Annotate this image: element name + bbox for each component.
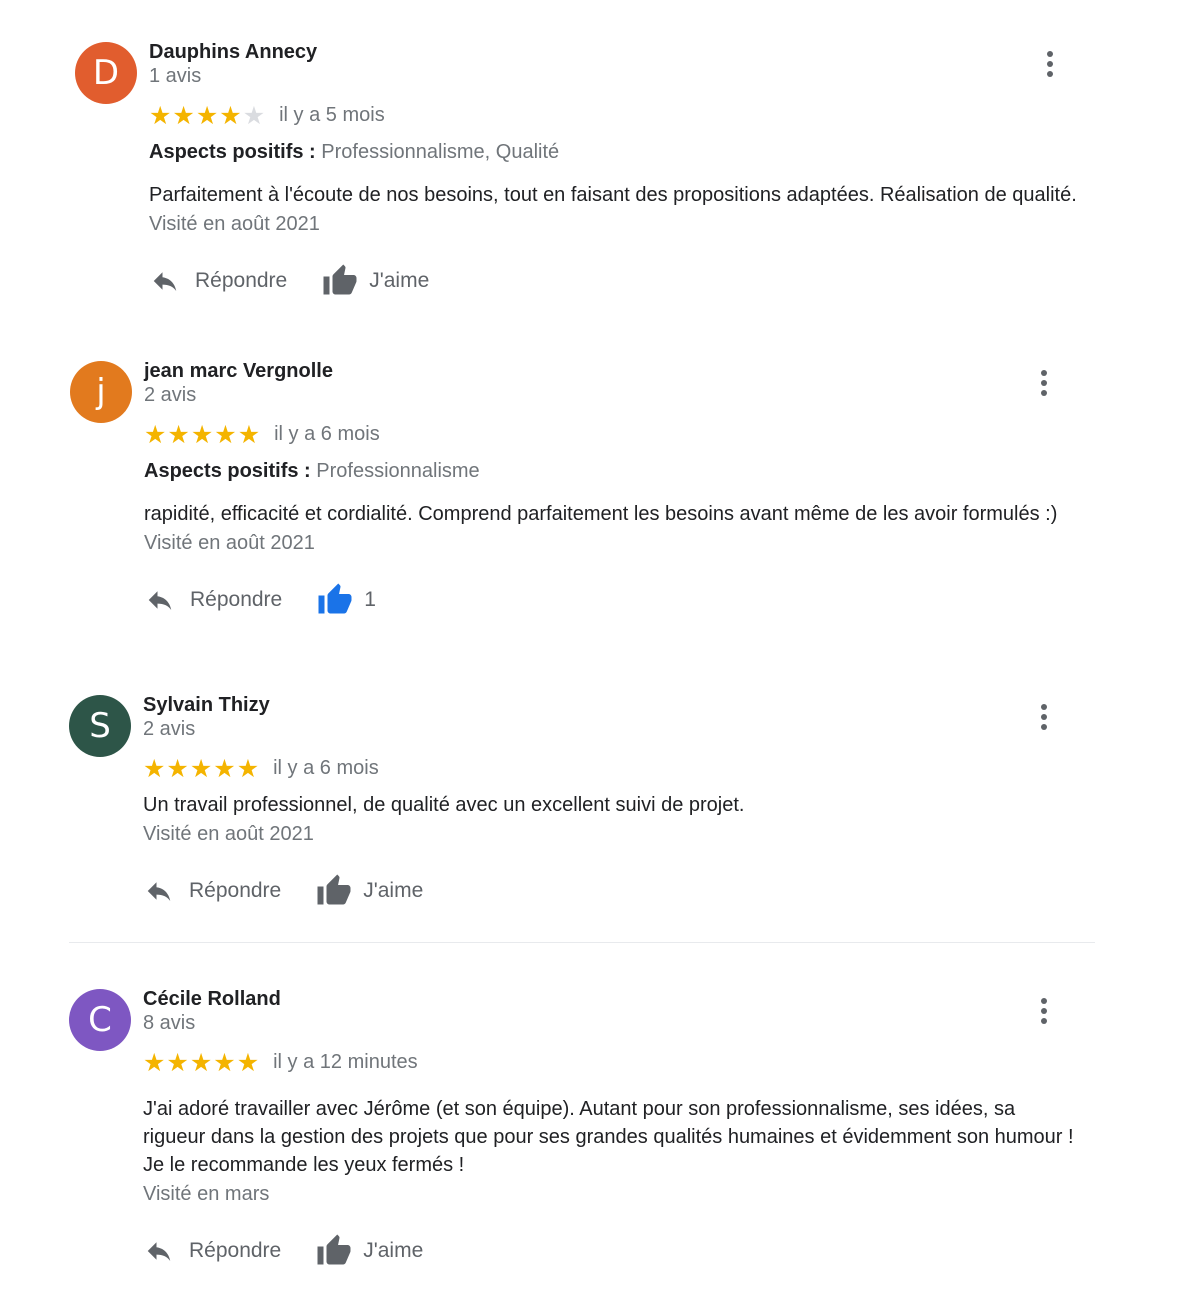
reply-label: Répondre (195, 269, 288, 292)
reply-label: Répondre (190, 588, 283, 611)
star-rating: ★ ★ ★ ★ ★ (143, 756, 259, 781)
star-filled-icon: ★ (190, 419, 214, 449)
more-options-button[interactable] (1032, 366, 1056, 400)
positive-aspects: Aspects positifs : Professionnalisme, Qu… (149, 140, 1110, 164)
star-rating: ★ ★ ★ ★ ★ (143, 1050, 259, 1075)
reply-icon (149, 266, 181, 296)
review-text-line: rigueur dans la gestion des projets que … (143, 1126, 1074, 1148)
star-filled-icon: ★ (237, 419, 261, 449)
visit-date: Visité en août 2021 (144, 532, 315, 554)
review-text-line: J'ai adoré travailler avec Jérôme (et so… (143, 1098, 1016, 1120)
more-vert-icon (1041, 370, 1047, 376)
like-count: 1 (364, 588, 376, 611)
avatar[interactable]: D (75, 42, 137, 104)
like-label: J'aime (369, 269, 430, 292)
reviewer-name[interactable]: Dauphins Annecy (149, 40, 1110, 64)
star-filled-icon: ★ (143, 1047, 166, 1077)
review-count[interactable]: 2 avis (144, 383, 1110, 407)
more-options-button[interactable] (1032, 700, 1056, 734)
star-rating: ★ ★ ★ ★ ★ (144, 422, 260, 447)
review-text: Un travail professionnel, de qualité ave… (143, 794, 745, 816)
more-options-button[interactable] (1032, 994, 1056, 1028)
reply-button[interactable]: Répondre (144, 585, 282, 615)
review-time: il y a 5 mois (279, 103, 385, 126)
aspects-label: Aspects positifs : (144, 460, 311, 482)
star-filled-icon: ★ (189, 753, 213, 783)
reply-label: Répondre (189, 879, 282, 902)
like-label: J'aime (363, 879, 424, 902)
review-text: J'ai adoré travailler avec Jérôme (et so… (143, 1095, 1110, 1179)
reply-button[interactable]: Répondre (149, 266, 287, 296)
star-filled-icon: ★ (172, 100, 195, 130)
aspects-value: Professionnalisme, Qualité (321, 141, 560, 163)
visit-date: Visité en mars (143, 1183, 270, 1205)
like-button[interactable]: J'aime (315, 1233, 423, 1269)
rating-row: ★ ★ ★ ★ ★ il y a 6 mois (144, 419, 1110, 449)
star-filled-icon: ★ (167, 419, 190, 449)
star-filled-icon: ★ (189, 1047, 213, 1077)
avatar[interactable]: C (69, 989, 131, 1051)
aspects-label: Aspects positifs : (149, 141, 316, 163)
reply-button[interactable]: Répondre (143, 876, 281, 906)
star-filled-icon: ★ (143, 753, 166, 783)
avatar[interactable]: S (69, 695, 131, 757)
avatar[interactable]: j (70, 361, 132, 423)
review-count[interactable]: 2 avis (143, 717, 1110, 741)
review-count[interactable]: 8 avis (143, 1011, 1110, 1035)
thumbs-up-icon (315, 873, 353, 909)
more-vert-icon (1041, 704, 1047, 710)
reply-icon (143, 1236, 175, 1266)
star-rating: ★ ★ ★ ★ ★ (149, 103, 265, 128)
like-button[interactable]: J'aime (315, 873, 423, 909)
more-vert-icon (1041, 998, 1047, 1004)
thumbs-up-icon (315, 1233, 353, 1269)
review-text: rapidité, efficacité et cordialité. Comp… (144, 503, 1058, 525)
star-filled-icon: ★ (213, 1047, 236, 1077)
review-time: il y a 6 mois (273, 756, 379, 779)
star-empty-icon: ★ (242, 100, 266, 130)
star-filled-icon: ★ (166, 753, 189, 783)
more-vert-icon (1047, 51, 1053, 57)
like-button[interactable]: J'aime (321, 263, 429, 299)
rating-row: ★ ★ ★ ★ ★ il y a 5 mois (149, 100, 1110, 130)
star-filled-icon: ★ (219, 100, 242, 130)
review-text: Parfaitement à l'écoute de nos besoins, … (149, 184, 1077, 206)
divider (69, 942, 1095, 943)
review-actions: Répondre J'aime (149, 263, 1110, 299)
review-actions: Répondre J'aime (143, 873, 1110, 909)
aspects-value: Professionnalisme (316, 460, 480, 482)
reply-icon (143, 876, 175, 906)
positive-aspects: Aspects positifs : Professionnalisme (144, 459, 1110, 483)
reviewer-name[interactable]: Cécile Rolland (143, 987, 1110, 1011)
thumbs-up-icon (321, 263, 359, 299)
review-text-line: Je le recommande les yeux fermés ! (143, 1154, 465, 1176)
more-options-button[interactable] (1038, 47, 1062, 81)
reviewer-name[interactable]: jean marc Vergnolle (144, 359, 1110, 383)
rating-row: ★ ★ ★ ★ ★ il y a 12 minutes (143, 1047, 1110, 1077)
star-filled-icon: ★ (144, 419, 167, 449)
star-filled-icon: ★ (166, 1047, 189, 1077)
star-filled-icon: ★ (236, 753, 260, 783)
thumbs-up-icon (316, 582, 354, 618)
review-time: il y a 12 minutes (273, 1050, 418, 1073)
star-filled-icon: ★ (214, 419, 237, 449)
visit-date: Visité en août 2021 (143, 823, 314, 845)
visit-date: Visité en août 2021 (149, 213, 320, 235)
star-filled-icon: ★ (195, 100, 219, 130)
review-time: il y a 6 mois (274, 422, 380, 445)
review-count[interactable]: 1 avis (149, 64, 1110, 88)
reply-icon (144, 585, 176, 615)
review-actions: Répondre 1 (144, 582, 1110, 618)
star-filled-icon: ★ (149, 100, 172, 130)
review-actions: Répondre J'aime (143, 1233, 1110, 1269)
like-button[interactable]: 1 (316, 582, 376, 618)
reply-button[interactable]: Répondre (143, 1236, 281, 1266)
star-filled-icon: ★ (236, 1047, 260, 1077)
like-label: J'aime (363, 1239, 424, 1262)
reviewer-name[interactable]: Sylvain Thizy (143, 693, 1110, 717)
star-filled-icon: ★ (213, 753, 236, 783)
reply-label: Répondre (189, 1239, 282, 1262)
rating-row: ★ ★ ★ ★ ★ il y a 6 mois (143, 753, 1110, 783)
